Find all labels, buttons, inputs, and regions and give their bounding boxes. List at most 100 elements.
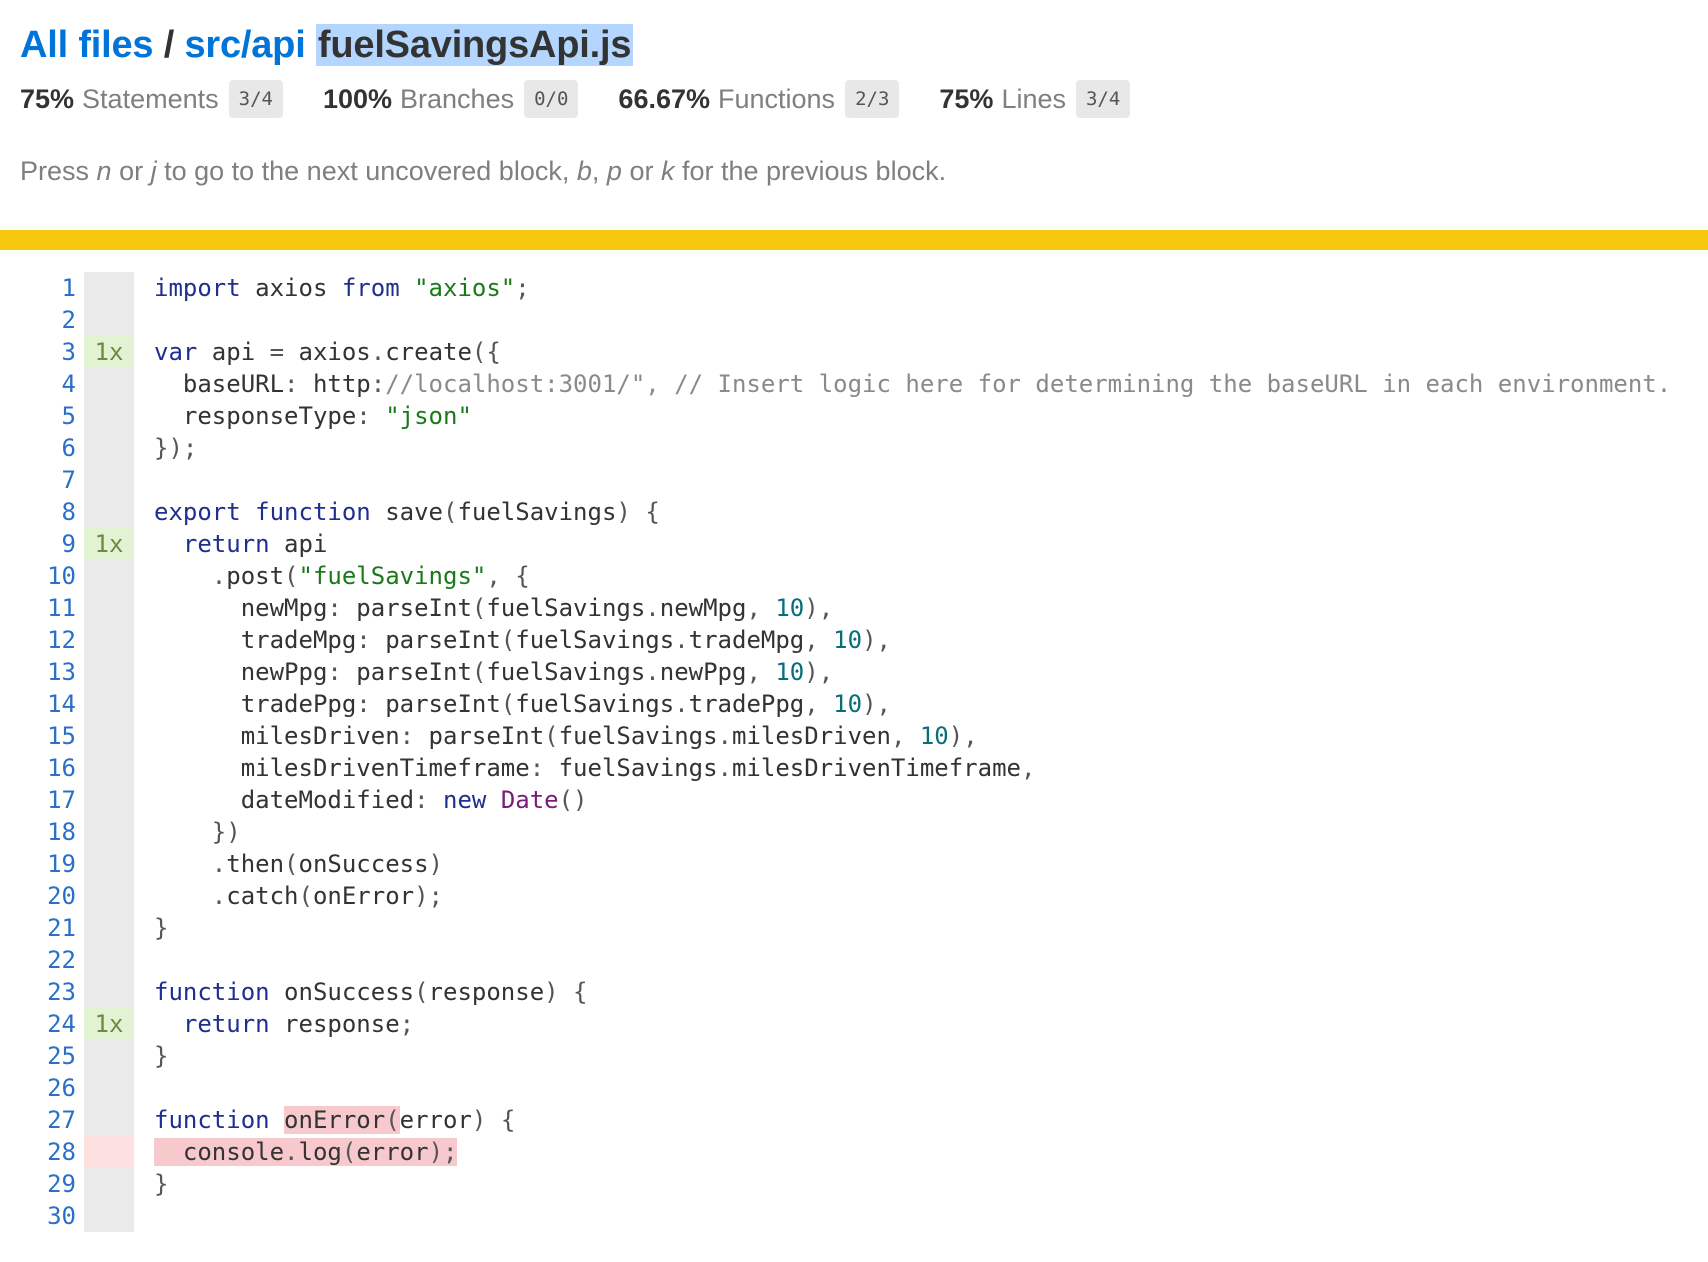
code-line: tradeMpg: parseInt(fuelSavings.tradeMpg,… — [154, 626, 891, 654]
statements-percent: 75% — [20, 83, 75, 114]
line-number: 22 — [47, 946, 76, 974]
code-line: .then(onSuccess) — [211, 850, 443, 878]
code-line: export function save(fuelSavings) { — [154, 498, 660, 526]
hint-text: or — [621, 156, 661, 186]
all-files-link[interactable]: All files — [20, 24, 154, 66]
branches-label: Branches — [400, 83, 515, 114]
hit-count — [84, 784, 134, 816]
line-number: 29 — [47, 1170, 76, 1198]
line-number: 25 — [47, 1042, 76, 1070]
lines-fraction: 3/4 — [1075, 80, 1131, 118]
code-line: milesDriven: parseInt(fuelSavings.milesD… — [154, 722, 978, 750]
hint-key: n — [96, 156, 112, 186]
hint-text: Press — [20, 156, 97, 186]
line-number: 23 — [47, 978, 76, 1006]
hint-key: k — [660, 156, 675, 186]
code-line: import axios from "axios"; — [154, 274, 530, 302]
code-line: } — [154, 1170, 169, 1198]
code-line: newMpg: parseInt(fuelSavings.newMpg, 10)… — [154, 594, 834, 622]
code-line: function onSuccess(response) { — [154, 978, 588, 1006]
line-number: 24 — [47, 1010, 76, 1038]
hit-count — [84, 816, 134, 848]
line-number: 4 — [61, 370, 76, 398]
line-number: 30 — [47, 1202, 76, 1230]
code-line: return response; — [182, 1010, 415, 1038]
code-line: }); — [154, 434, 198, 462]
directory-link[interactable]: src/api — [184, 24, 305, 66]
line-number: 17 — [47, 786, 76, 814]
statements-fraction: 3/4 — [228, 80, 283, 118]
line-number: 20 — [47, 882, 76, 910]
statements-stat: 75% Statements 3/4 — [20, 80, 283, 118]
statements-label: Statements — [82, 83, 219, 114]
hit-count: 1x — [84, 528, 134, 560]
coverage-status-bar — [0, 230, 1708, 250]
code-line: dateModified: new Date() — [154, 786, 588, 814]
code-line: console.log(error); — [154, 1138, 458, 1166]
line-number: 27 — [47, 1106, 76, 1134]
line-number: 3 — [61, 338, 76, 366]
hit-count — [84, 1040, 134, 1072]
hint-key: p — [606, 156, 622, 186]
hit-count-column: 1x 1x 1x — [84, 272, 134, 1232]
functions-label: Functions — [718, 83, 836, 114]
hit-count — [84, 912, 134, 944]
code-line: newPpg: parseInt(fuelSavings.newPpg, 10)… — [154, 658, 834, 686]
branches-stat: 100% Branches 0/0 — [323, 80, 579, 118]
line-number: 28 — [47, 1138, 76, 1166]
report-header: All files / src/api fuelSavingsApi.js 75… — [0, 0, 1708, 187]
line-number: 9 — [61, 530, 76, 558]
file-name: fuelSavingsApi.js — [315, 24, 634, 66]
code-view: 1 2 3 4 5 6 7 8 9 10 11 12 13 14 15 16 17 18 19 20 21 22 23 24 2… — [0, 272, 1708, 1232]
line-number-gutter: 1 2 3 4 5 6 7 8 9 10 11 12 13 14 15 16 17 18 19 20 21 22 23 24 2… — [0, 272, 84, 1232]
hit-count — [84, 688, 134, 720]
hit-count — [84, 560, 134, 592]
line-number: 11 — [47, 594, 76, 622]
lines-label: Lines — [1001, 83, 1066, 114]
code-line: return api — [182, 530, 328, 558]
hit-count — [84, 464, 134, 496]
functions-percent: 66.67% — [618, 83, 710, 114]
hint-text: for the previous block. — [674, 156, 947, 186]
hit-count — [84, 400, 134, 432]
functions-fraction: 2/3 — [845, 80, 900, 118]
breadcrumb: All files / src/api fuelSavingsApi.js — [20, 20, 1688, 70]
line-number: 18 — [47, 818, 76, 846]
code-line: baseURL: http://localhost:3001/", // Ins… — [154, 370, 1672, 398]
code-line: var api = axios.create({ — [154, 338, 501, 366]
hit-count — [84, 976, 134, 1008]
line-number: 15 — [47, 722, 76, 750]
hit-count — [84, 1136, 134, 1168]
line-number: 1 — [61, 274, 76, 302]
code-line: } — [154, 1042, 169, 1070]
line-number: 26 — [47, 1074, 76, 1102]
line-number: 21 — [47, 914, 76, 942]
hit-count — [84, 304, 134, 336]
code-line: milesDrivenTimeframe: fuelSavings.milesD… — [154, 754, 1036, 782]
coverage-summary: 75% Statements 3/4 100% Branches 0/0 66.… — [20, 80, 1688, 118]
hit-count: 1x — [84, 336, 134, 368]
line-number: 10 — [47, 562, 76, 590]
hint-text: to go to the next uncovered block, — [156, 156, 577, 186]
keyboard-hint: Press n or j to go to the next uncovered… — [20, 156, 1688, 187]
code-line: responseType: "json" — [154, 402, 472, 430]
lines-stat: 75% Lines 3/4 — [939, 80, 1131, 118]
line-number: 2 — [61, 306, 76, 334]
hit-count — [84, 1168, 134, 1200]
line-number: 19 — [47, 850, 76, 878]
hit-count — [84, 624, 134, 656]
lines-percent: 75% — [939, 83, 994, 114]
hit-count — [84, 1200, 134, 1232]
hint-key: b — [576, 156, 592, 186]
hint-text: or — [111, 156, 151, 186]
source-code: import axios from "axios"; var api = axio… — [134, 272, 1671, 1232]
line-number: 7 — [61, 466, 76, 494]
code-line: } — [154, 914, 169, 942]
line-number: 6 — [61, 434, 76, 462]
code-line: function onError(error) { — [154, 1106, 516, 1134]
functions-stat: 66.67% Functions 2/3 — [618, 80, 900, 118]
breadcrumb-separator: / — [163, 24, 175, 66]
